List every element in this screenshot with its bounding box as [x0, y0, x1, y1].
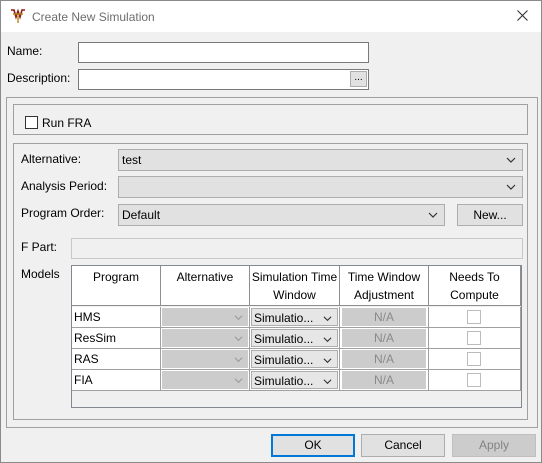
table-row-adjustment[interactable]: N/A — [340, 328, 429, 349]
chevron-down-icon — [323, 316, 332, 322]
needs-compute-checkbox[interactable] — [467, 352, 481, 366]
chevron-down-icon — [506, 157, 516, 163]
table-row-needs-compute[interactable] — [429, 370, 521, 391]
description-label: Description: — [7, 71, 71, 85]
alternative-select[interactable]: test — [118, 149, 523, 171]
chevron-down-icon — [234, 336, 243, 342]
time-window-value: Simulatio... — [254, 311, 314, 325]
chevron-down-icon — [323, 358, 332, 364]
program-order-select[interactable]: Default — [118, 204, 445, 226]
new-program-order-button[interactable]: New... — [457, 204, 523, 226]
program-order-value: Default — [122, 208, 161, 222]
table-row-needs-compute[interactable] — [429, 307, 521, 328]
table-row-program[interactable]: ResSim — [72, 328, 161, 349]
f-part-label: F Part: — [21, 240, 58, 254]
cancel-button[interactable]: Cancel — [361, 434, 445, 457]
needs-compute-checkbox[interactable] — [467, 310, 481, 324]
app-logo-icon — [10, 8, 26, 24]
adjustment-value: N/A — [342, 350, 426, 368]
run-fra-checkbox[interactable] — [25, 116, 38, 129]
table-row-needs-compute[interactable] — [429, 328, 521, 349]
table-row-program[interactable]: FIA — [72, 370, 161, 391]
adjustment-value: N/A — [342, 308, 426, 326]
close-button[interactable] — [511, 5, 535, 27]
table-row-adjustment[interactable]: N/A — [340, 349, 429, 370]
description-field[interactable] — [78, 69, 369, 90]
time-window-value: Simulatio... — [254, 374, 314, 388]
table-row-time-window-select[interactable]: Simulatio... — [250, 328, 340, 349]
table-row-program[interactable]: RAS — [72, 349, 161, 370]
chevron-down-icon — [234, 378, 243, 384]
chevron-down-icon — [428, 212, 438, 218]
f-part-field[interactable] — [71, 238, 523, 259]
table-row-alternative-select[interactable] — [161, 307, 250, 328]
name-label: Name: — [7, 44, 43, 58]
table-row-time-window-select[interactable]: Simulatio... — [250, 349, 340, 370]
models-table: Program Alternative Simulation Time Wind… — [71, 265, 522, 408]
table-row-adjustment[interactable]: N/A — [340, 370, 429, 391]
time-window-value: Simulatio... — [254, 353, 314, 367]
models-label: Models — [21, 267, 60, 281]
alternative-label: Alternative: — [21, 152, 82, 166]
column-header-needs-to-compute[interactable]: Needs To Compute — [429, 266, 521, 306]
chevron-down-icon — [506, 184, 516, 190]
alternative-value: test — [122, 153, 142, 167]
table-row-needs-compute[interactable] — [429, 349, 521, 370]
ok-button[interactable]: OK — [271, 434, 355, 457]
needs-compute-checkbox[interactable] — [467, 331, 481, 345]
time-window-value: Simulatio... — [254, 332, 314, 346]
table-row-time-window-select[interactable]: Simulatio... — [250, 370, 340, 391]
close-icon — [517, 10, 528, 21]
chevron-down-icon — [234, 357, 243, 363]
chevron-down-icon — [234, 315, 243, 321]
table-row-alternative-select[interactable] — [161, 349, 250, 370]
column-header-alternative[interactable]: Alternative — [161, 266, 250, 306]
description-browse-button[interactable]: ... — [350, 71, 367, 87]
analysis-period-label: Analysis Period: — [21, 179, 108, 193]
table-row-program[interactable]: HMS — [72, 307, 161, 328]
table-row-alternative-select[interactable] — [161, 328, 250, 349]
table-row-alternative-select[interactable] — [161, 370, 250, 391]
adjustment-value: N/A — [342, 371, 426, 389]
column-header-time-window-adjustment[interactable]: Time Window Adjustment — [340, 266, 429, 306]
table-row-adjustment[interactable]: N/A — [340, 307, 429, 328]
title-bar: Create New Simulation — [1, 1, 541, 32]
column-header-simulation-time-window[interactable]: Simulation Time Window — [250, 266, 340, 306]
chevron-down-icon — [323, 337, 332, 343]
chevron-down-icon — [323, 379, 332, 385]
name-field[interactable] — [78, 42, 369, 63]
window-title: Create New Simulation — [32, 10, 155, 24]
needs-compute-checkbox[interactable] — [467, 373, 481, 387]
adjustment-value: N/A — [342, 329, 426, 347]
run-fra-label: Run FRA — [42, 116, 92, 130]
program-order-label: Program Order: — [21, 206, 105, 220]
apply-button[interactable]: Apply — [452, 434, 536, 457]
analysis-period-select[interactable] — [118, 176, 523, 198]
column-header-program[interactable]: Program — [72, 266, 161, 306]
table-row-time-window-select[interactable]: Simulatio... — [250, 307, 340, 328]
create-new-simulation-dialog: Create New Simulation Name: Description:… — [0, 0, 542, 463]
